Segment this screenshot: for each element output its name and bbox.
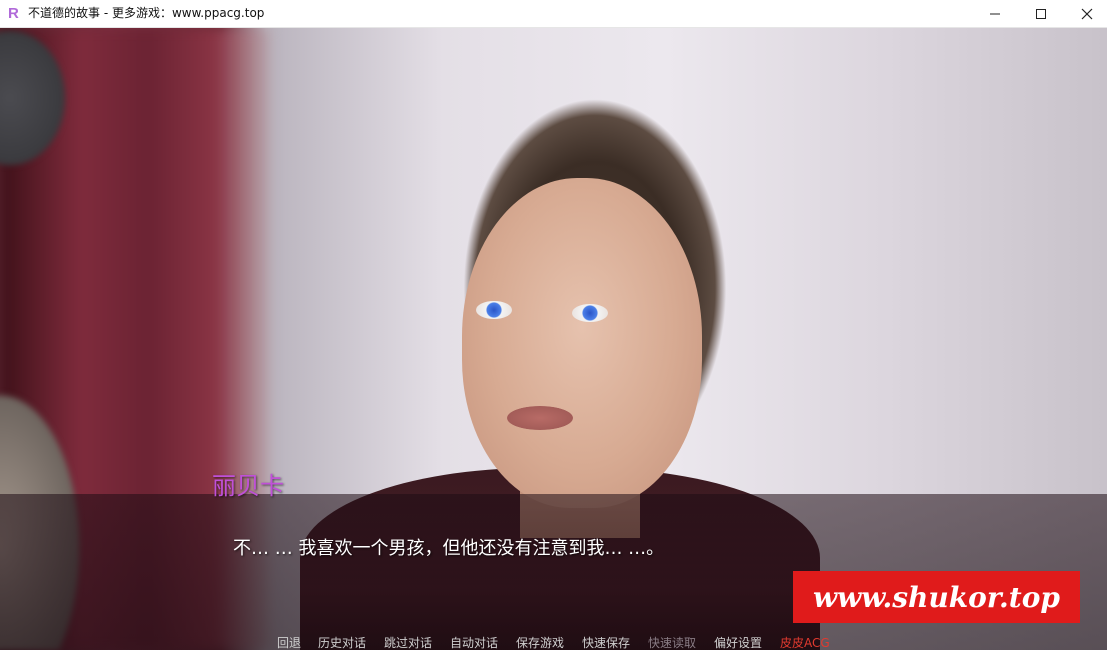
app-icon: R [8, 5, 19, 22]
quick-menu-auto[interactable]: 自动对话 [450, 636, 498, 650]
close-icon [1081, 8, 1093, 20]
watermark-banner: www.shukor.top [793, 571, 1080, 623]
quick-menu: 回退 历史对话 跳过对话 自动对话 保存游戏 快速保存 快速读取 偏好设置 皮皮… [0, 636, 1107, 650]
watermark-text: www.shukor.top [813, 580, 1060, 614]
quick-menu-ppacg[interactable]: 皮皮ACG [780, 636, 830, 650]
quick-menu-quickload[interactable]: 快速读取 [648, 636, 696, 650]
quick-menu-rollback[interactable]: 回退 [277, 636, 301, 650]
minimize-button[interactable] [972, 0, 1018, 28]
quick-menu-quicksave[interactable]: 快速保存 [582, 636, 630, 650]
quick-menu-save[interactable]: 保存游戏 [516, 636, 564, 650]
close-button[interactable] [1064, 0, 1107, 28]
character-face [462, 178, 702, 508]
speaker-name: 丽贝卡 [212, 472, 284, 500]
minimize-icon [990, 13, 1000, 15]
maximize-button[interactable] [1018, 0, 1064, 28]
quick-menu-skip[interactable]: 跳过对话 [384, 636, 432, 650]
character-lips [507, 406, 573, 430]
character-right-eye [572, 304, 608, 322]
dialogue-text: 不… … 我喜欢一个男孩，但他还没有注意到我… …。 [233, 538, 665, 559]
quick-menu-history[interactable]: 历史对话 [318, 636, 366, 650]
maximize-icon [1036, 9, 1046, 19]
window-titlebar: R 不道德的故事 - 更多游戏：www.ppacg.top [0, 0, 1107, 28]
window-title: 不道德的故事 - 更多游戏：www.ppacg.top [28, 6, 265, 20]
character-left-eye [476, 301, 512, 319]
quick-menu-preferences[interactable]: 偏好设置 [714, 636, 762, 650]
